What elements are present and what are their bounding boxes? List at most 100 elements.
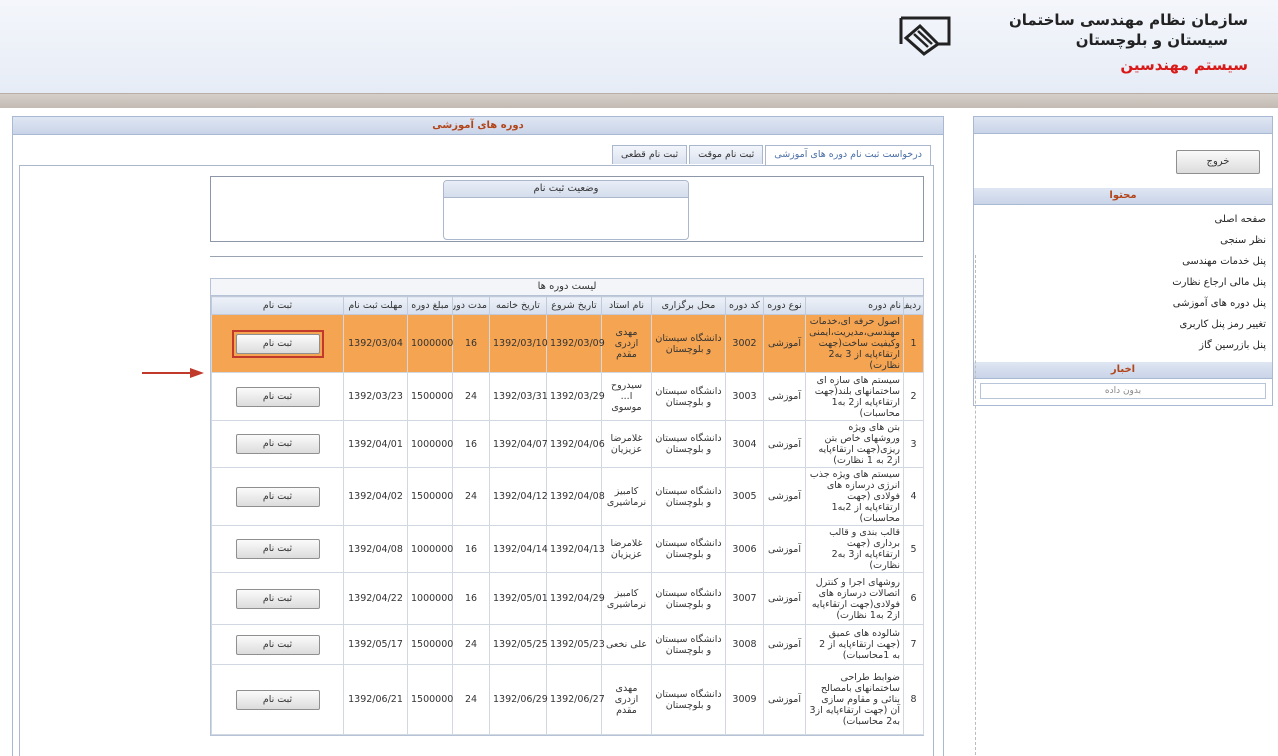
cell-start: 1392/04/06 [546,420,605,468]
cell-type: آموزشی [763,420,806,468]
cell-end: 1392/03/31 [489,372,548,421]
menu-item-survey[interactable]: نظر سنجی [974,230,1272,251]
table-header-row: ردیف نام دوره نوع دوره کد دوره محل برگزا… [211,296,924,315]
cell-duration: 16 [452,525,490,573]
cell-price: 1500000 [407,467,453,526]
cell-price: 1000000 [407,572,453,625]
cell-price: 1000000 [407,420,453,468]
header-divider [0,93,1278,108]
table-row: 8 ضوابط طراحی ساختمانهای بامصالح بنائی و … [211,664,924,735]
cell-deadline: 1392/06/21 [343,664,408,735]
cell-teacher: مهدی ازدری مقدم [601,314,652,373]
tab-final-registration[interactable]: ثبت نام قطعی [611,145,688,164]
cell-register: ثبت نام [211,372,344,421]
content-title: محتوا [974,188,1272,205]
cell-no: 3 [903,420,924,468]
cell-place: دانشگاه سیستان و بلوچستان [651,624,726,665]
cell-type: آموزشی [763,372,806,421]
col-header: ثبت نام [211,296,344,315]
cell-deadline: 1392/03/23 [343,372,408,421]
user-panel: خروج محتوا صفحه اصلی نظر سنجی پنل خدمات … [973,116,1273,406]
cell-end: 1392/03/10 [489,314,548,373]
cell-end: 1392/05/01 [489,572,548,625]
user-panel-header [974,117,1272,134]
menu-item-home[interactable]: صفحه اصلی [974,209,1272,230]
org-title: سازمان نظام مهندسی ساختمان سیستان و بلوچ… [1009,10,1248,76]
tab-content: وضعیت ثبت نام لیست دوره ها ردیف نام دوره… [19,165,934,756]
col-header: تاریخ شروع [546,296,602,315]
courses-grid: لیست دوره ها ردیف نام دوره نوع دوره کد د… [210,278,924,736]
cell-teacher: کامبیز نرماشیری [601,467,652,526]
register-button[interactable]: ثبت نام [235,333,320,354]
content-menu: صفحه اصلی نظر سنجی پنل خدمات مهندسی پنل … [974,205,1272,362]
cell-type: آموزشی [763,572,806,625]
menu-item-engineering-services[interactable]: پنل خدمات مهندسی [974,251,1272,272]
menu-item-change-password[interactable]: تغییر رمز پنل کاربری [974,314,1272,335]
cell-start: 1392/04/29 [546,572,605,625]
col-header: نام دوره [805,296,904,315]
cell-start: 1392/04/08 [546,467,605,526]
cell-register: ثبت نام [211,525,344,573]
pointer-arrow-icon [142,368,204,378]
register-button[interactable]: ثبت نام [235,689,320,710]
cell-start: 1392/04/13 [546,525,605,573]
cell-name: شالوده های عمیق (جهت ارتقاءپایه از 2 به … [805,624,904,665]
tab-course-request[interactable]: درخواست ثبت نام دوره های آموزشی [765,145,931,165]
cell-type: آموزشی [763,525,806,573]
site-header: سازمان نظام مهندسی ساختمان سیستان و بلوچ… [0,0,1278,93]
cell-place: دانشگاه سیستان و بلوچستان [651,314,726,373]
menu-item-gas-inspectors[interactable]: پنل بازرسین گاز [974,335,1272,356]
table-row: 2 سیستم های سازه ای ساختمانهای بلند(جهت ا… [211,372,924,421]
register-button[interactable]: ثبت نام [235,588,320,609]
exit-button[interactable]: خروج [1176,150,1260,174]
cell-deadline: 1392/04/08 [343,525,408,573]
cell-type: آموزشی [763,664,806,735]
cell-register: ثبت نام [211,420,344,468]
cell-register: ثبت نام [211,624,344,665]
cell-no: 8 [903,664,924,735]
courses-panel: دوره های آموزشی درخواست ثبت نام دوره های… [12,116,944,756]
cell-start: 1392/06/27 [546,664,605,735]
registration-status-title: وضعیت ثبت نام [444,181,688,198]
cell-code: 3007 [725,572,764,625]
courses-list-title: لیست دوره ها [211,279,923,296]
cell-name: بتن های ویژه وروشهای خاص بتن ریزی(جهت ار… [805,420,904,468]
registration-status-panel: وضعیت ثبت نام [443,180,689,240]
cell-name: اصول حرفه ای،خدمات مهندسی،مدیریت،ایمنی و… [805,314,904,373]
cell-type: آموزشی [763,467,806,526]
col-header: نوع دوره [763,296,806,315]
tab-temporary-registration[interactable]: ثبت نام موقت [689,145,764,164]
separator [210,256,923,257]
register-button[interactable]: ثبت نام [235,539,320,559]
register-button[interactable]: ثبت نام [235,434,320,454]
cell-duration: 16 [452,314,490,373]
cell-duration: 24 [452,664,490,735]
cell-code: 3006 [725,525,764,573]
table-row: 1 اصول حرفه ای،خدمات مهندسی،مدیریت،ایمنی … [211,314,924,373]
menu-item-training-courses[interactable]: پنل دوره های آموزشی [974,293,1272,314]
cell-no: 5 [903,525,924,573]
cell-price: 1000000 [407,525,453,573]
cell-price: 1000000 [407,314,453,373]
col-header: تاریخ خاتمه [489,296,547,315]
register-button[interactable]: ثبت نام [235,386,320,407]
cell-teacher: سیدروح ا... موسوی [601,372,652,421]
cell-deadline: 1392/05/17 [343,624,408,665]
cell-teacher: علی نخعی [601,624,652,665]
cell-duration: 24 [452,467,490,526]
cell-end: 1392/05/25 [489,624,548,665]
org-name-line1: سازمان نظام مهندسی ساختمان [1009,11,1248,29]
cell-name: قالب بندی و قالب برداری (جهت ارتقاءپایه … [805,525,904,573]
col-header: ردیف [903,296,924,315]
cell-teacher: غلامرضا عزیزیان [601,420,652,468]
menu-item-financial-supervision[interactable]: پنل مالی ارجاع نظارت [974,272,1272,293]
cell-code: 3003 [725,372,764,421]
col-header: محل برگزاری [651,296,726,315]
col-header: مبلغ دوره [407,296,453,315]
cell-type: آموزشی [763,624,806,665]
register-button[interactable]: ثبت نام [235,634,320,655]
table-row: 3 بتن های ویژه وروشهای خاص بتن ریزی(جهت ا… [211,420,924,468]
cell-deadline: 1392/03/04 [343,314,408,373]
cell-no: 6 [903,572,924,625]
register-button[interactable]: ثبت نام [235,486,320,507]
